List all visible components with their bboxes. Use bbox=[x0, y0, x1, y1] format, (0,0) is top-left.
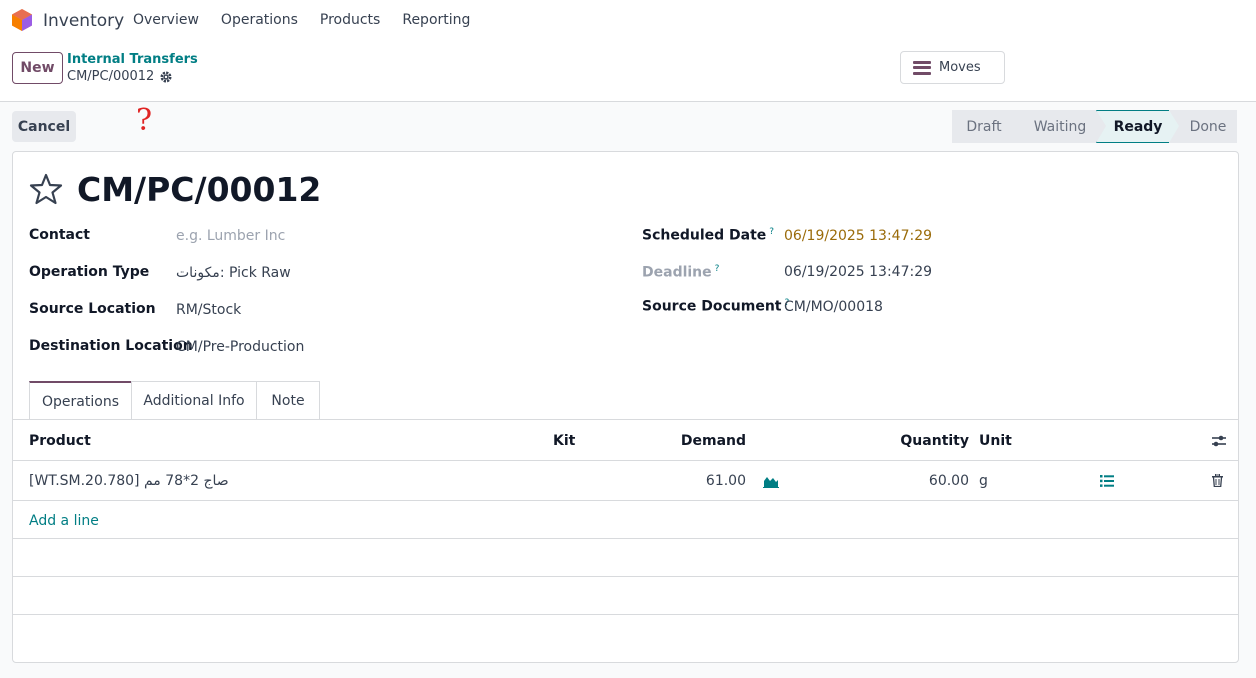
deadline-field[interactable]: 06/19/2025 13:47:29 bbox=[784, 264, 932, 280]
contact-label: Contact bbox=[29, 227, 90, 243]
col-unit[interactable]: Unit bbox=[979, 433, 1012, 449]
form-sheet: CM/PC/00012 Contact e.g. Lumber Inc Oper… bbox=[12, 151, 1239, 663]
new-button[interactable]: New bbox=[12, 52, 63, 84]
help-icon[interactable]: ? bbox=[769, 227, 774, 237]
stage-ready-label: Ready bbox=[1113, 118, 1163, 135]
stage-waiting[interactable]: Waiting bbox=[1015, 110, 1097, 143]
deadline-label: Deadline? bbox=[642, 264, 719, 281]
tab-operations[interactable]: Operations bbox=[29, 381, 132, 420]
menu-reporting[interactable]: Reporting bbox=[402, 12, 470, 28]
stage-draft[interactable]: Draft bbox=[952, 110, 1016, 143]
row-quantity[interactable]: 60.00 bbox=[929, 473, 969, 489]
col-quantity[interactable]: Quantity bbox=[900, 433, 969, 449]
main-menu: Overview Operations Products Reporting bbox=[133, 12, 492, 28]
tab-note[interactable]: Note bbox=[256, 381, 320, 420]
moves-button[interactable]: Moves bbox=[900, 51, 1005, 84]
header-divider bbox=[13, 460, 1238, 461]
detailed-operations-icon[interactable] bbox=[1100, 475, 1114, 487]
notebook-tabs: Operations Additional Info Note bbox=[29, 381, 320, 420]
stage-draft-label: Draft bbox=[966, 118, 1002, 135]
tab-additional-info-label: Additional Info bbox=[143, 393, 245, 409]
scheduled-date-label-text: Scheduled Date bbox=[642, 227, 767, 244]
col-demand[interactable]: Demand bbox=[681, 433, 746, 449]
cancel-button[interactable]: Cancel bbox=[12, 111, 76, 142]
help-icon[interactable]: ? bbox=[715, 264, 720, 274]
breadcrumb-current-label: CM/PC/00012 bbox=[67, 69, 155, 84]
menu-products[interactable]: Products bbox=[320, 12, 380, 28]
col-product[interactable]: Product bbox=[29, 433, 91, 449]
breadcrumb-internal-transfers[interactable]: Internal Transfers bbox=[67, 52, 198, 67]
operation-type-field[interactable]: مكونات: Pick Raw bbox=[176, 265, 291, 281]
row-product[interactable]: [WT.SM.20.780] صاج 2*78 مم bbox=[29, 473, 229, 489]
source-document-label: Source Document? bbox=[642, 298, 789, 315]
source-document-label-text: Source Document bbox=[642, 298, 782, 315]
column-settings-icon[interactable] bbox=[1211, 434, 1227, 448]
empty-row bbox=[13, 577, 1238, 615]
stage-ready[interactable]: Ready bbox=[1096, 110, 1170, 143]
tab-divider bbox=[13, 419, 1238, 420]
stage-done[interactable]: Done bbox=[1169, 110, 1237, 143]
gear-icon[interactable] bbox=[160, 71, 172, 83]
app-title[interactable]: Inventory bbox=[43, 11, 124, 31]
destination-location-field[interactable]: CM/Pre-Production bbox=[176, 339, 304, 355]
top-navbar: Inventory Overview Operations Products R… bbox=[0, 0, 1256, 42]
source-location-label: Source Location bbox=[29, 301, 156, 317]
breadcrumb-current: CM/PC/00012 bbox=[67, 69, 172, 84]
source-document-field[interactable]: CM/MO/00018 bbox=[784, 299, 883, 315]
star-icon[interactable] bbox=[29, 172, 63, 206]
row-divider bbox=[13, 500, 1238, 501]
stage-done-label: Done bbox=[1189, 118, 1227, 135]
destination-location-label: Destination Location bbox=[29, 338, 193, 354]
tab-note-label: Note bbox=[271, 393, 305, 409]
stage-separator bbox=[1015, 110, 1025, 143]
menu-operations[interactable]: Operations bbox=[221, 12, 298, 28]
add-line-link[interactable]: Add a line bbox=[29, 513, 99, 529]
row-unit: g bbox=[979, 473, 988, 489]
row-divider bbox=[13, 614, 1238, 615]
scheduled-date-label: Scheduled Date? bbox=[642, 227, 774, 244]
record-title: CM/PC/00012 bbox=[77, 170, 322, 209]
status-bar: Draft Waiting Ready Done bbox=[952, 110, 1237, 143]
inventory-app-icon[interactable] bbox=[12, 9, 32, 31]
deadline-label-text: Deadline bbox=[642, 264, 712, 281]
trash-icon[interactable] bbox=[1212, 474, 1223, 487]
scheduled-date-field[interactable]: 06/19/2025 13:47:29 bbox=[784, 228, 932, 244]
menu-overview[interactable]: Overview bbox=[133, 12, 199, 28]
tab-operations-label: Operations bbox=[42, 393, 119, 410]
moves-label: Moves bbox=[939, 60, 981, 75]
stage-separator bbox=[1096, 110, 1106, 143]
operation-type-label: Operation Type bbox=[29, 264, 150, 280]
list-icon bbox=[913, 60, 931, 75]
stage-waiting-label: Waiting bbox=[1033, 118, 1087, 135]
row-demand: 61.00 bbox=[705, 473, 746, 489]
annotation-question-mark: ? bbox=[136, 103, 153, 138]
col-kit[interactable]: Kit bbox=[553, 433, 575, 449]
empty-row bbox=[13, 539, 1238, 577]
source-location-field[interactable]: RM/Stock bbox=[176, 302, 241, 318]
forecast-chart-icon[interactable] bbox=[763, 475, 779, 488]
contact-field[interactable]: e.g. Lumber Inc bbox=[176, 228, 285, 244]
stage-separator bbox=[1169, 110, 1179, 143]
tab-additional-info[interactable]: Additional Info bbox=[131, 381, 257, 420]
control-panel: New Internal Transfers CM/PC/00012 Moves bbox=[0, 42, 1256, 102]
